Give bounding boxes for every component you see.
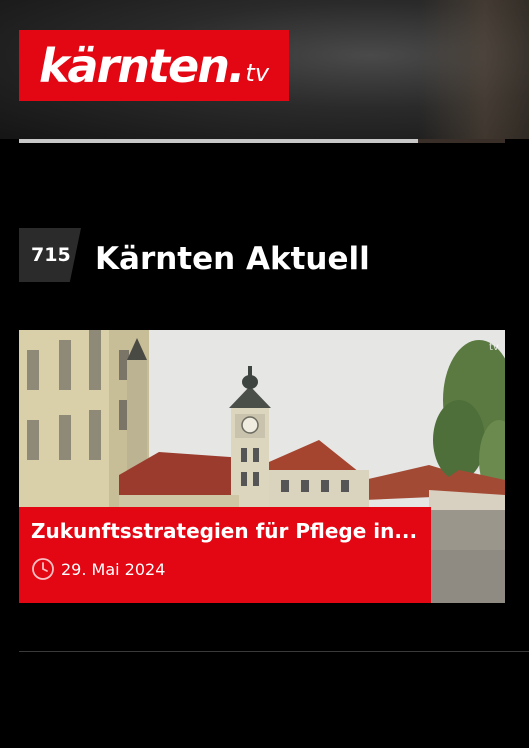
channel-number: 715 (31, 244, 71, 266)
thumbnail-watermark: tv (489, 342, 499, 353)
video-card[interactable]: tv Zukunftsstrategien für Pflege in... 2… (19, 330, 505, 603)
video-caption[interactable]: Zukunftsstrategien für Pflege in... 29. … (19, 507, 431, 603)
video-progress-bar[interactable] (19, 139, 505, 143)
video-date: 29. Mai 2024 (61, 559, 166, 579)
clock-icon (32, 558, 54, 580)
site-logo[interactable]: kärnten. tv (19, 30, 289, 101)
logo-wordmark: kärnten. (38, 38, 245, 93)
channel-number-badge: 715 (19, 228, 81, 282)
section-title[interactable]: Kärnten Aktuell (95, 241, 370, 277)
video-progress-fill (19, 139, 418, 143)
section-header: 715 Kärnten Aktuell (19, 228, 370, 282)
logo-suffix: tv (245, 59, 270, 87)
section-divider (19, 651, 529, 652)
video-title[interactable]: Zukunftsstrategien für Pflege in... (31, 519, 423, 543)
video-meta: 29. Mai 2024 (31, 557, 165, 581)
